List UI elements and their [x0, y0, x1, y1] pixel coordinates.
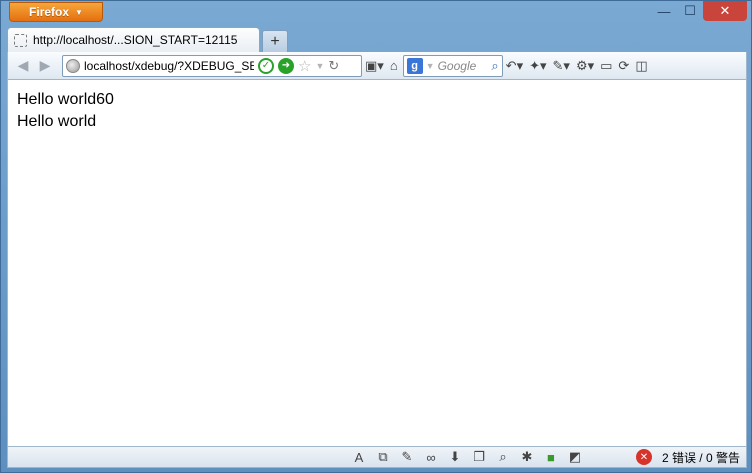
error-summary[interactable]: 2 错误 / 0 警告 [662, 449, 740, 466]
tab-strip: http://localhost/...SION_START=12115 + [7, 27, 288, 52]
firefox-menu-button[interactable]: Firefox ▼ [9, 2, 103, 22]
ruler-button[interactable]: ▭ [597, 55, 615, 77]
tab-title: http://localhost/...SION_START=12115 [33, 33, 238, 47]
navigation-toolbar: ◀ ▶ localhost/xdebug/?XDEBUG_SESSION_STA… [7, 52, 747, 80]
sync-button[interactable]: ⟳ [615, 55, 632, 77]
go-arrow-icon[interactable]: ➜ [278, 57, 294, 74]
resize-icon[interactable]: ⧉ [374, 448, 392, 466]
bookmark-star-icon[interactable]: ☆ [298, 57, 311, 75]
bug-icon[interactable]: ✱ [518, 448, 536, 466]
screenshot-button[interactable]: ◫ [632, 55, 650, 77]
settings-button[interactable]: ⚙▾ [573, 55, 597, 77]
page-line-1: Hello world60 [17, 91, 114, 108]
sync-icon: ⟳ [618, 57, 630, 73]
bookmarks-icon: ▣▾ [365, 57, 384, 73]
font-icon[interactable]: A [350, 448, 368, 466]
page-content: Hello world60 Hello world [7, 80, 747, 446]
search-engine-dropdown-icon[interactable]: ▼ [426, 61, 435, 71]
gear-icon: ⚙▾ [575, 57, 595, 73]
firefox-menu-label: Firefox [29, 5, 70, 19]
search-box[interactable]: g ▼ Google ⌕ [402, 54, 503, 77]
puzzle-icon: ✦▾ [529, 57, 547, 73]
chart-icon[interactable]: ◩ [566, 448, 584, 466]
url-dropdown-icon[interactable]: ▼ [315, 61, 324, 71]
undo-close-button[interactable]: ↶▾ [503, 55, 526, 77]
green-square-icon[interactable]: ■ [542, 448, 560, 466]
back-arrow-icon: ◀ [17, 57, 29, 73]
brush-icon[interactable]: ✎ [398, 448, 416, 466]
minimize-button[interactable]: — [651, 1, 677, 21]
forward-button[interactable]: ▶ [34, 55, 56, 77]
back-button[interactable]: ◀ [12, 55, 34, 77]
glasses-icon[interactable]: ∞ [422, 448, 440, 466]
eyedropper-icon: ✎▾ [552, 57, 570, 73]
windows-icon[interactable]: ❐ [470, 448, 488, 466]
new-tab-button[interactable]: + [262, 30, 288, 52]
check-icon[interactable]: ✓ [258, 57, 274, 74]
maximize-button[interactable]: ☐ [677, 1, 703, 21]
undo-icon: ↶▾ [505, 57, 524, 73]
site-identity-icon[interactable] [66, 58, 80, 73]
download-icon[interactable]: ⬇ [446, 448, 464, 466]
browser-window: Firefox ▼ — ☐ ✕ http://localhost/...SION… [0, 0, 752, 473]
blank-page-icon [14, 33, 27, 47]
zoom-icon[interactable]: ⌕ [494, 448, 512, 466]
chevron-down-icon: ▼ [75, 7, 83, 17]
tab-localhost[interactable]: http://localhost/...SION_START=12115 [7, 27, 260, 52]
ruler-icon: ▭ [600, 57, 613, 73]
titlebar: Firefox ▼ — ☐ ✕ [1, 1, 751, 25]
close-button[interactable]: ✕ [703, 1, 747, 21]
search-icon[interactable]: ⌕ [491, 58, 498, 74]
home-icon: ⌂ [389, 58, 398, 73]
home-button[interactable]: ⌂ [387, 55, 401, 77]
url-input[interactable]: localhost/xdebug/?XDEBUG_SESSION_START=1… [84, 59, 254, 73]
addon-button[interactable]: ✦▾ [526, 55, 549, 77]
forward-arrow-icon: ▶ [39, 57, 51, 73]
page-line-2: Hello world [17, 113, 97, 130]
reload-icon[interactable]: ↻ [328, 58, 339, 74]
search-input[interactable]: Google [438, 59, 489, 73]
window-controls: — ☐ ✕ [651, 1, 747, 21]
error-icon[interactable]: ✕ [635, 449, 652, 465]
bookmarks-menu-button[interactable]: ▣▾ [362, 55, 387, 77]
eyedropper-button[interactable]: ✎▾ [550, 55, 573, 77]
screenshot-icon: ◫ [635, 57, 648, 73]
url-bar[interactable]: localhost/xdebug/?XDEBUG_SESSION_START=1… [62, 54, 362, 77]
google-icon[interactable]: g [406, 57, 423, 74]
status-bar: A ⧉ ✎ ∞ ⬇ ❐ ⌕ ✱ ■ ◩ ✕ 2 错误 / 0 警告 [7, 446, 747, 468]
